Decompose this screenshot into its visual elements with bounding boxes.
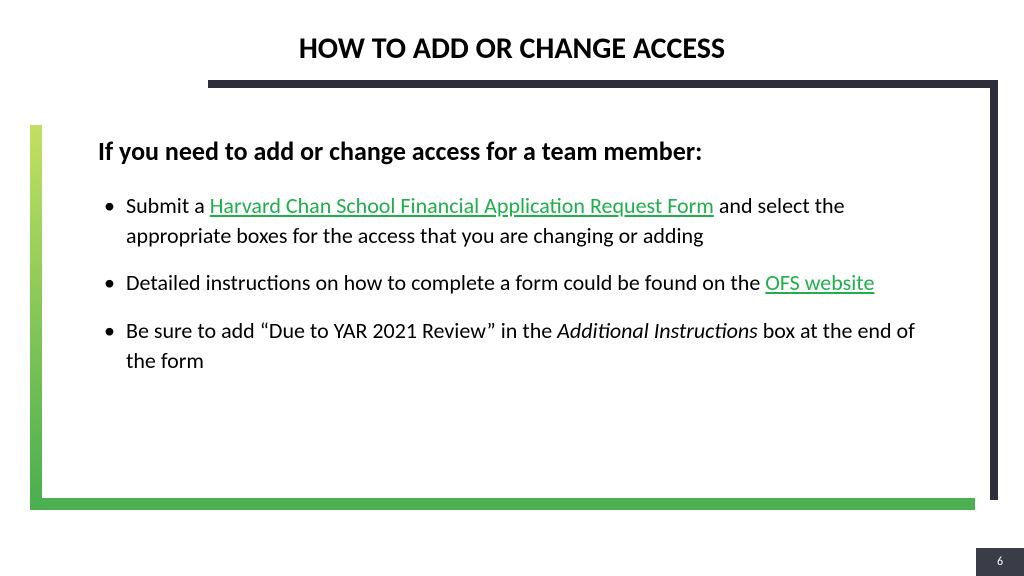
slide-title: HOW TO ADD OR CHANGE ACCESS <box>0 30 1024 67</box>
bullet-text: Submit a <box>126 192 210 219</box>
italic-text: Additional Instructions <box>557 317 758 344</box>
bullet-text: Detailed instructions on how to complete… <box>126 269 765 296</box>
page-number: 6 <box>976 548 1024 576</box>
list-item: Submit a Harvard Chan School Financial A… <box>98 191 928 250</box>
subtitle: If you need to add or change access for … <box>98 135 928 167</box>
list-item: Be sure to add “Due to YAR 2021 Review” … <box>98 316 928 375</box>
ofs-website-link[interactable]: OFS website <box>765 269 874 296</box>
bullet-text: Be sure to add “Due to YAR 2021 Review” … <box>126 317 557 344</box>
content-block: If you need to add or change access for … <box>98 135 928 393</box>
list-item: Detailed instructions on how to complete… <box>98 268 928 298</box>
bullet-list: Submit a Harvard Chan School Financial A… <box>98 191 928 375</box>
financial-request-form-link[interactable]: Harvard Chan School Financial Applicatio… <box>210 192 714 219</box>
